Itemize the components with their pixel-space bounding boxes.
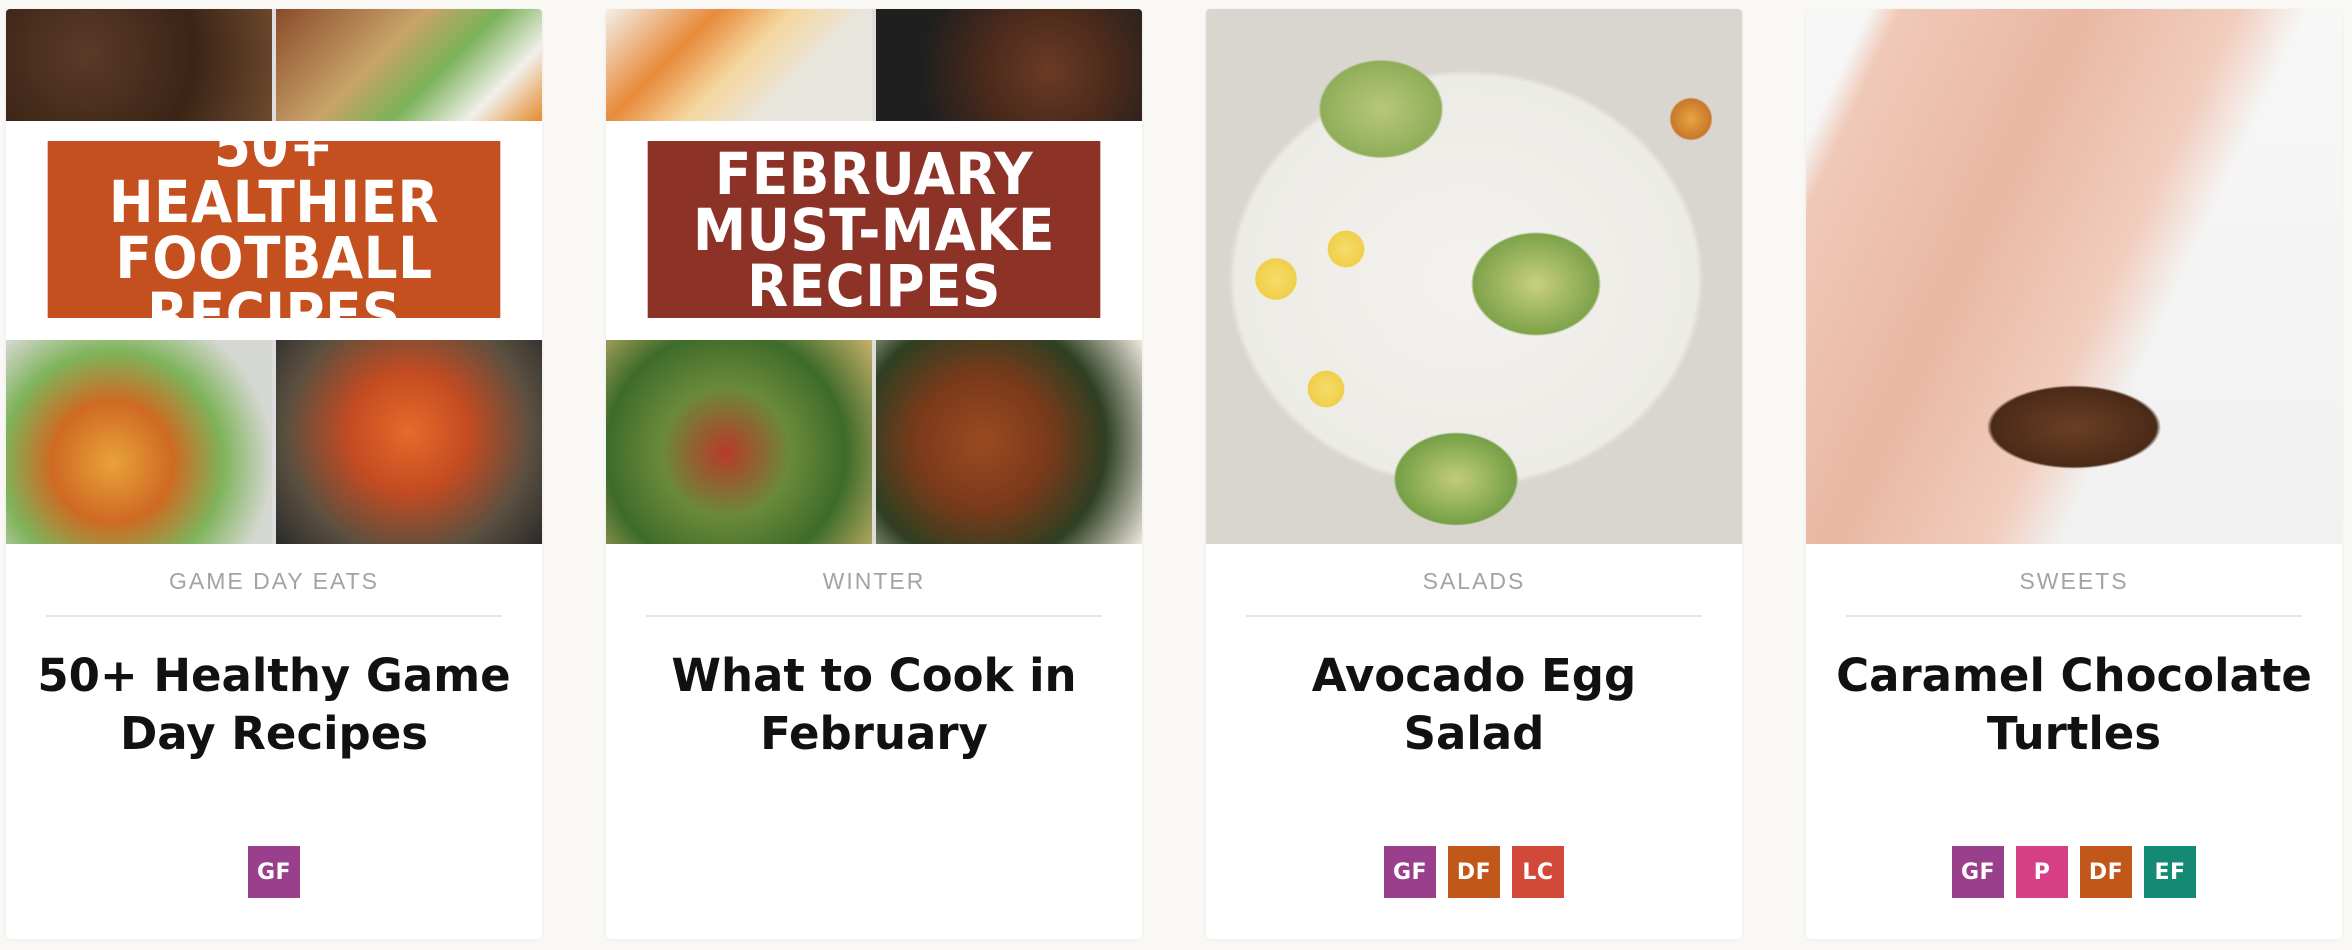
recipe-card-avocado-egg-salad[interactable]: Salads Avocado Egg Salad GF DF LC [1206, 9, 1742, 939]
food-photo [276, 340, 542, 544]
recipe-card-grid: 50+ Healthier Football Recipes Game Day … [0, 0, 2352, 950]
diet-badges: GF DF LC [1206, 846, 1742, 898]
recipe-title[interactable]: Caramel Chocolate Turtles [1836, 647, 2312, 763]
recipe-card-healthy-game-day[interactable]: 50+ Healthier Football Recipes Game Day … [6, 9, 542, 939]
category-label[interactable]: Winter [606, 568, 1142, 595]
thumbnail-banner-text: February Must-Make Recipes [647, 141, 1101, 318]
food-photo [606, 340, 872, 544]
category-label[interactable]: Salads [1206, 568, 1742, 595]
banner-band: 50+ Healthier Football Recipes [6, 117, 542, 343]
thumbnail-banner-text: 50+ Healthier Football Recipes [47, 117, 501, 343]
food-photo [876, 9, 1142, 121]
recipe-thumbnail[interactable]: February Must-Make Recipes [606, 9, 1142, 544]
recipe-thumbnail[interactable]: 50+ Healthier Football Recipes [6, 9, 542, 544]
diet-badge-p: P [2016, 846, 2068, 898]
recipe-thumbnail[interactable] [1806, 9, 2342, 544]
food-photo [6, 9, 272, 121]
category-label[interactable]: Game Day Eats [6, 568, 542, 595]
diet-badge-lc: LC [1512, 846, 1564, 898]
diet-badge-gf: GF [1384, 846, 1436, 898]
diet-badges: GF P DF EF [1806, 846, 2342, 898]
food-photo [606, 9, 872, 121]
recipe-card-caramel-chocolate-turtles[interactable]: Sweets Caramel Chocolate Turtles GF P DF… [1806, 9, 2342, 939]
diet-badge-gf: GF [248, 846, 300, 898]
food-photo [276, 9, 542, 121]
recipe-title[interactable]: 50+ Healthy Game Day Recipes [36, 647, 512, 763]
diet-badge-df: DF [1448, 846, 1500, 898]
recipe-card-what-to-cook-february[interactable]: February Must-Make Recipes Winter What t… [606, 9, 1142, 939]
divider [1846, 615, 2302, 617]
recipe-title[interactable]: Avocado Egg Salad [1236, 647, 1712, 763]
diet-badge-gf: GF [1952, 846, 2004, 898]
diet-badge-df: DF [2080, 846, 2132, 898]
recipe-title[interactable]: What to Cook in February [636, 647, 1112, 763]
diet-badge-ef: EF [2144, 846, 2196, 898]
food-photo [6, 340, 272, 544]
divider [1246, 615, 1702, 617]
banner-band: February Must-Make Recipes [606, 121, 1142, 340]
diet-badges: GF [6, 846, 542, 898]
food-photo [876, 340, 1142, 544]
divider [46, 615, 502, 617]
recipe-thumbnail[interactable] [1206, 9, 1742, 544]
category-label[interactable]: Sweets [1806, 568, 2342, 595]
divider [646, 615, 1102, 617]
